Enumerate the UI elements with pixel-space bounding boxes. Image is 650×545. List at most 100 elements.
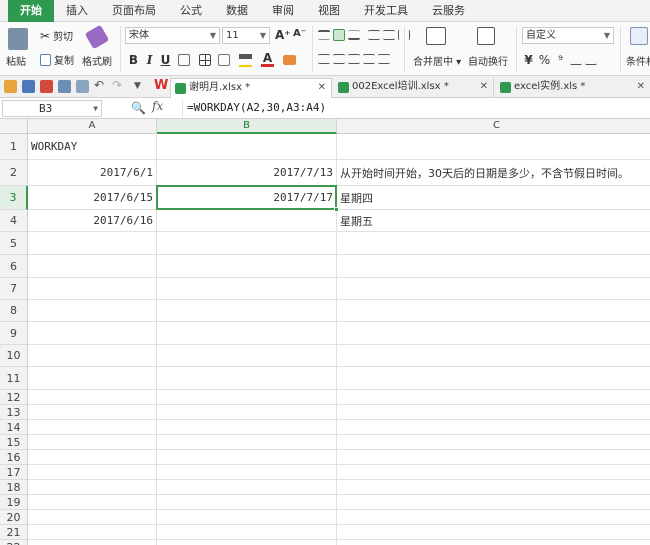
- row-header[interactable]: 15: [0, 435, 28, 450]
- conditional-format-button[interactable]: [630, 27, 648, 45]
- table-style-icon[interactable]: [218, 54, 230, 66]
- ribbon-tab[interactable]: 开发工具: [352, 0, 420, 22]
- align-middle-icon[interactable]: [333, 29, 345, 41]
- close-icon[interactable]: ✕: [480, 78, 488, 96]
- cell-b1[interactable]: [157, 134, 337, 160]
- cell-a11[interactable]: [28, 367, 157, 390]
- fill-color-icon[interactable]: [239, 53, 252, 67]
- row-header[interactable]: 12: [0, 390, 28, 405]
- cell-c12[interactable]: [337, 390, 650, 405]
- cell-a15[interactable]: [28, 435, 157, 450]
- ribbon-tab[interactable]: 开始: [8, 0, 54, 22]
- column-header[interactable]: A: [28, 119, 157, 134]
- conditional-format-label[interactable]: 条件格: [626, 53, 650, 68]
- zoom-search-icon[interactable]: 🔍: [131, 101, 146, 115]
- ribbon-tab[interactable]: 数据: [214, 0, 260, 22]
- cell-c13[interactable]: [337, 405, 650, 420]
- align-bottom-icon[interactable]: [348, 30, 360, 40]
- cell-c16[interactable]: [337, 450, 650, 465]
- row-header[interactable]: 20: [0, 510, 28, 525]
- save-icon[interactable]: [22, 80, 35, 93]
- bold-button[interactable]: B: [127, 53, 140, 67]
- ribbon-tab[interactable]: 审阅: [260, 0, 306, 22]
- ribbon-tab[interactable]: 公式: [168, 0, 214, 22]
- cell-b4[interactable]: [157, 210, 337, 232]
- underline-button[interactable]: U: [159, 53, 172, 67]
- cell-b10[interactable]: [157, 345, 337, 367]
- cell-a9[interactable]: [28, 322, 157, 345]
- row-header[interactable]: 21: [0, 525, 28, 540]
- cell-b8[interactable]: [157, 300, 337, 322]
- distribute-icon[interactable]: [378, 54, 390, 64]
- cell-a21[interactable]: [28, 525, 157, 540]
- row-header[interactable]: 1: [0, 134, 28, 160]
- wrap-text-label[interactable]: 自动换行: [468, 53, 508, 68]
- cell-a19[interactable]: [28, 495, 157, 510]
- wrap-icon[interactable]: [368, 30, 380, 40]
- border-icon[interactable]: [199, 54, 211, 66]
- cut-button[interactable]: ✂ 剪切: [40, 28, 73, 44]
- doc-tab-2[interactable]: 002Excel培训.xlsx * ✕: [334, 78, 494, 98]
- decrease-decimal-icon[interactable]: [585, 55, 597, 65]
- grow-font-button[interactable]: A⁺: [275, 28, 291, 42]
- align-right-icon[interactable]: [348, 54, 360, 64]
- cell-c7[interactable]: [337, 278, 650, 300]
- formula-input[interactable]: =WORKDAY(A2,30,A3:A4): [182, 100, 648, 117]
- cell-c1[interactable]: [337, 134, 650, 160]
- ribbon-tab[interactable]: 插入: [54, 0, 100, 22]
- row-header[interactable]: 13: [0, 405, 28, 420]
- undo-icon[interactable]: ↶: [94, 79, 107, 92]
- row-header[interactable]: 18: [0, 480, 28, 495]
- wps-logo-icon[interactable]: W: [154, 79, 168, 92]
- cell-b21[interactable]: [157, 525, 337, 540]
- cell-c19[interactable]: [337, 495, 650, 510]
- cell-b16[interactable]: [157, 450, 337, 465]
- percent-button[interactable]: %: [538, 53, 551, 67]
- redo-icon[interactable]: ↷: [112, 79, 125, 92]
- cell-b19[interactable]: [157, 495, 337, 510]
- align-center-icon[interactable]: [333, 54, 345, 64]
- font-color-icon[interactable]: A: [261, 52, 274, 67]
- wrap-text-button[interactable]: [477, 27, 495, 45]
- ribbon-tab[interactable]: 视图: [306, 0, 352, 22]
- cell-c4[interactable]: 星期五: [337, 210, 650, 232]
- cell-a6[interactable]: [28, 255, 157, 278]
- row-header[interactable]: 8: [0, 300, 28, 322]
- strikethrough-icon[interactable]: [178, 54, 190, 66]
- cell-b12[interactable]: [157, 390, 337, 405]
- row-header[interactable]: 22: [0, 540, 28, 545]
- row-header[interactable]: 19: [0, 495, 28, 510]
- cell-a1[interactable]: WORKDAY: [28, 134, 157, 160]
- row-header[interactable]: 14: [0, 420, 28, 435]
- align-top-icon[interactable]: [318, 30, 330, 40]
- print-preview-icon[interactable]: [76, 80, 89, 93]
- cell-c17[interactable]: [337, 465, 650, 480]
- cell-a7[interactable]: [28, 278, 157, 300]
- increase-decimal-icon[interactable]: [570, 55, 582, 65]
- font-name-select[interactable]: 宋体 ▼: [125, 27, 220, 44]
- cell-c21[interactable]: [337, 525, 650, 540]
- cell-b9[interactable]: [157, 322, 337, 345]
- cell-a14[interactable]: [28, 420, 157, 435]
- cell-b20[interactable]: [157, 510, 337, 525]
- cell-a12[interactable]: [28, 390, 157, 405]
- row-header[interactable]: 6: [0, 255, 28, 278]
- cell-c10[interactable]: [337, 345, 650, 367]
- select-all-corner[interactable]: [0, 119, 28, 134]
- font-size-select[interactable]: 11 ▼: [222, 27, 270, 44]
- print-icon[interactable]: [58, 80, 71, 93]
- cell-b3[interactable]: 2017/7/17: [157, 186, 337, 210]
- cell-c9[interactable]: [337, 322, 650, 345]
- cell-c3[interactable]: 星期四: [337, 186, 650, 210]
- cell-a5[interactable]: [28, 232, 157, 255]
- cell-b2[interactable]: 2017/7/13: [157, 160, 337, 186]
- doc-tab-3[interactable]: excel实例.xls * ✕: [496, 78, 650, 98]
- align-left-icon[interactable]: [318, 54, 330, 64]
- cell-c5[interactable]: [337, 232, 650, 255]
- column-header[interactable]: C: [337, 119, 650, 134]
- currency-button[interactable]: ¥: [522, 53, 535, 67]
- merge-center-button[interactable]: [426, 27, 446, 45]
- pdf-icon[interactable]: [40, 80, 53, 93]
- cell-c6[interactable]: [337, 255, 650, 278]
- eraser-icon[interactable]: [283, 55, 296, 65]
